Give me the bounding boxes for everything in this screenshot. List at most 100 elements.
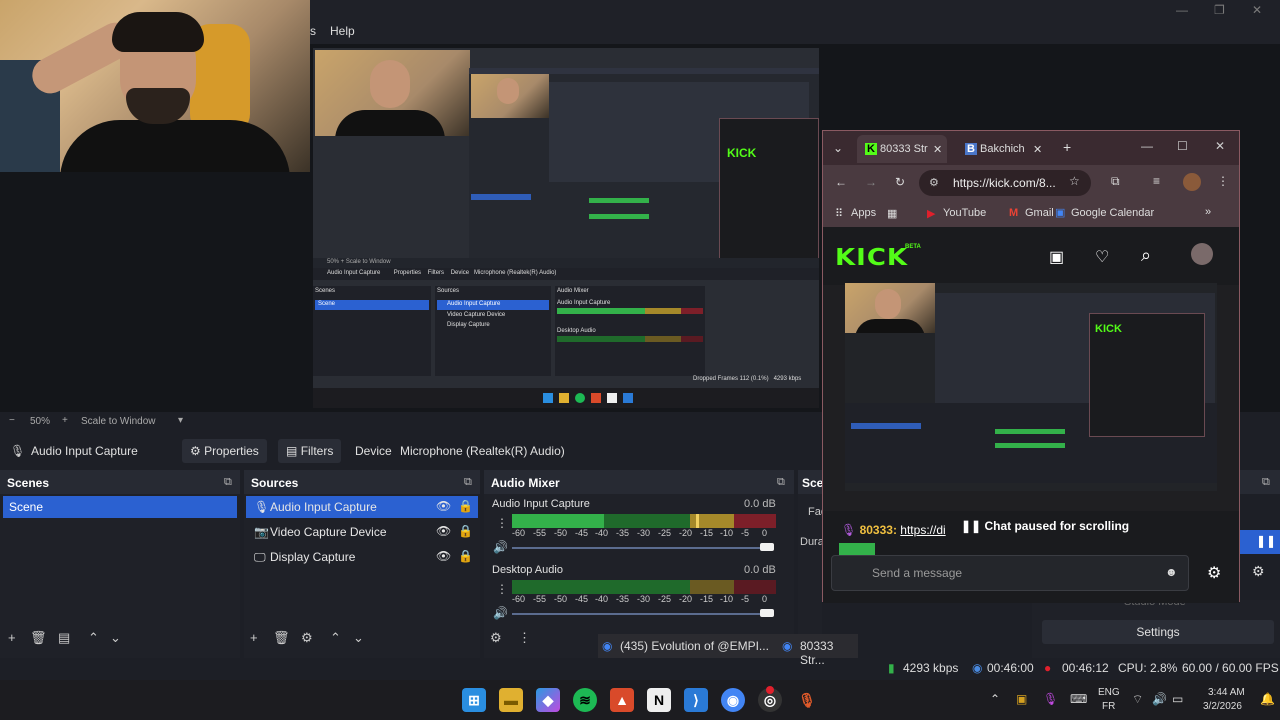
close-tab-icon[interactable]: ✕ <box>933 143 942 156</box>
chat-settings-icon[interactable]: ⚙ <box>1207 563 1221 583</box>
more-bookmarks-icon[interactable]: » <box>1205 206 1211 218</box>
source-item[interactable]: 🎙 Audio Input Capture 👁 🔒 <box>246 496 478 518</box>
tab-bakchich[interactable]: B Bakchich ✕ <box>957 135 1047 163</box>
tab-kick[interactable]: K 80333 Str ✕ <box>857 135 947 163</box>
back-icon[interactable]: ← <box>835 175 847 189</box>
dock-undock-icon[interactable]: ⧉ <box>777 476 785 489</box>
eye-icon[interactable]: 👁 <box>436 524 451 538</box>
speaker-icon[interactable]: 🔊 <box>493 606 508 620</box>
chrome-icon[interactable]: ◉ <box>721 688 745 712</box>
channel-menu-icon[interactable]: ⋮ <box>496 516 508 530</box>
profile-avatar[interactable] <box>1183 173 1201 191</box>
window-preview-2[interactable]: 80333 Str... <box>800 639 858 667</box>
keyboard-icon[interactable]: ⌨ <box>1070 692 1087 706</box>
maximize-icon[interactable]: ☐ <box>1177 139 1188 153</box>
forward-icon[interactable]: → <box>865 175 877 189</box>
chat-link[interactable]: https://di <box>900 523 945 537</box>
avatar[interactable] <box>1191 243 1213 265</box>
clock-date[interactable]: 3/2/2026 <box>1203 701 1242 712</box>
extensions-icon[interactable]: ⧉ <box>1111 174 1120 189</box>
zoom-in-button[interactable]: + <box>62 415 68 426</box>
language-primary[interactable]: ENG <box>1098 687 1120 698</box>
add-source-button[interactable]: + <box>250 630 258 645</box>
move-up-icon[interactable]: ⌃ <box>88 630 99 646</box>
lock-icon[interactable]: 🔒 <box>458 524 473 538</box>
zoom-mode[interactable]: Scale to Window <box>81 416 155 427</box>
star-icon[interactable]: ☆ <box>1069 174 1080 188</box>
trash-icon[interactable]: 🗑 <box>273 630 290 646</box>
trash-icon[interactable]: 🗑 <box>30 630 47 646</box>
notifications-icon[interactable]: 🔔 <box>1260 692 1275 706</box>
grid-icon[interactable]: ▦ <box>887 207 897 220</box>
notion-icon[interactable]: N <box>647 688 671 712</box>
bookmark-apps[interactable]: Apps <box>851 207 876 219</box>
microphone-app-icon[interactable]: 🎙 <box>795 688 819 712</box>
minimize-icon[interactable]: — <box>1176 3 1188 17</box>
move-down-icon[interactable]: ⌄ <box>110 630 121 646</box>
zoom-out-button[interactable]: − <box>9 415 15 426</box>
url-field[interactable]: ⚙ https://kick.com/8... <box>919 170 1091 196</box>
battery-icon[interactable]: ▭ <box>1172 692 1183 706</box>
bookmark-youtube[interactable]: YouTube <box>943 207 986 219</box>
dock-undock-icon[interactable]: ⧉ <box>464 476 472 489</box>
settings-button[interactable]: Settings <box>1042 620 1274 644</box>
source-item[interactable]: 🖵 Display Capture 👁 🔒 <box>246 546 478 568</box>
maximize-icon[interactable]: ❐ <box>1214 3 1225 17</box>
mixer-menu-icon[interactable]: ⋮ <box>518 630 531 646</box>
apps-icon[interactable]: ⠿ <box>835 207 843 220</box>
copilot-icon[interactable]: ◆ <box>536 688 560 712</box>
emoji-icon[interactable]: ☻ <box>1165 565 1178 579</box>
menu-help[interactable]: Help <box>330 24 355 38</box>
volume-slider-handle[interactable] <box>760 543 774 551</box>
tray-overflow-icon[interactable]: ⌃ <box>990 692 1000 706</box>
volume-slider[interactable] <box>512 613 774 615</box>
media-icon[interactable]: ≡ <box>1153 174 1160 188</box>
clock-time[interactable]: 3:44 AM <box>1208 687 1245 698</box>
browser-menu-icon[interactable]: ⋮ <box>1217 174 1229 188</box>
preview-canvas[interactable]: KICK 50% + Scale to Window Audio Input C… <box>313 48 819 408</box>
eye-icon[interactable]: 👁 <box>436 549 451 563</box>
chat-paused-notice[interactable]: ❚❚ Chat paused for scrolling <box>957 517 1134 535</box>
bookmark-gmail[interactable]: Gmail <box>1025 207 1054 219</box>
filters-button[interactable]: ▤ Filters <box>278 439 342 463</box>
tray-app-icon[interactable]: ▣ <box>1016 692 1027 706</box>
source-settings-icon[interactable]: ⚙ <box>301 630 313 646</box>
new-tab-icon[interactable]: + <box>1063 139 1071 155</box>
dock-undock-icon[interactable]: ⧉ <box>224 476 232 489</box>
chevron-down-icon[interactable]: ▾ <box>178 415 183 426</box>
volume-slider-handle[interactable] <box>760 609 774 617</box>
stream-video[interactable]: KICK <box>845 283 1217 491</box>
file-explorer-icon[interactable]: ▬ <box>499 688 523 712</box>
tray-mic-icon[interactable]: 🎙 <box>1043 692 1058 706</box>
lock-icon[interactable]: 🔒 <box>458 549 473 563</box>
volume-icon[interactable]: 🔊 <box>1152 692 1167 706</box>
add-scene-button[interactable]: + <box>8 630 16 645</box>
eye-icon[interactable]: 👁 <box>436 499 451 513</box>
minimize-icon[interactable]: — <box>1141 139 1153 153</box>
reload-icon[interactable]: ↻ <box>895 175 905 189</box>
mixer-settings-icon[interactable]: ⚙ <box>490 630 502 646</box>
scene-filter-icon[interactable]: ▤ <box>58 630 70 646</box>
dock-undock-icon[interactable]: ⧉ <box>1262 476 1270 489</box>
move-up-icon[interactable]: ⌃ <box>330 630 341 646</box>
spotify-icon[interactable]: ≋ <box>573 688 597 712</box>
properties-button[interactable]: ⚙ Properties <box>182 439 267 463</box>
tab-search-icon[interactable]: ⌄ <box>833 141 843 155</box>
brave-icon[interactable]: ▲ <box>610 688 634 712</box>
device-select[interactable]: Microphone (Realtek(R) Audio) <box>400 444 565 458</box>
pause-button[interactable]: ❚❚ <box>1240 530 1280 554</box>
windows-start-icon[interactable]: ⊞ <box>462 688 486 712</box>
move-down-icon[interactable]: ⌄ <box>353 630 364 646</box>
kick-logo[interactable]: KICK <box>835 245 908 272</box>
channel-menu-icon[interactable]: ⋮ <box>496 582 508 596</box>
scene-item[interactable]: Scene <box>3 496 237 518</box>
chat-input[interactable]: Send a message <box>831 555 1189 591</box>
browse-icon[interactable]: ▣ <box>1049 247 1064 267</box>
chat-username[interactable]: 80333: <box>860 523 897 537</box>
vscode-icon[interactable]: ⟩ <box>684 688 708 712</box>
source-item[interactable]: 📷 Video Capture Device 👁 🔒 <box>246 521 478 543</box>
close-icon[interactable]: ✕ <box>1215 139 1225 153</box>
close-tab-icon[interactable]: ✕ <box>1033 143 1042 156</box>
site-info-icon[interactable]: ⚙ <box>929 176 939 189</box>
heart-icon[interactable]: ♡ <box>1095 247 1109 267</box>
